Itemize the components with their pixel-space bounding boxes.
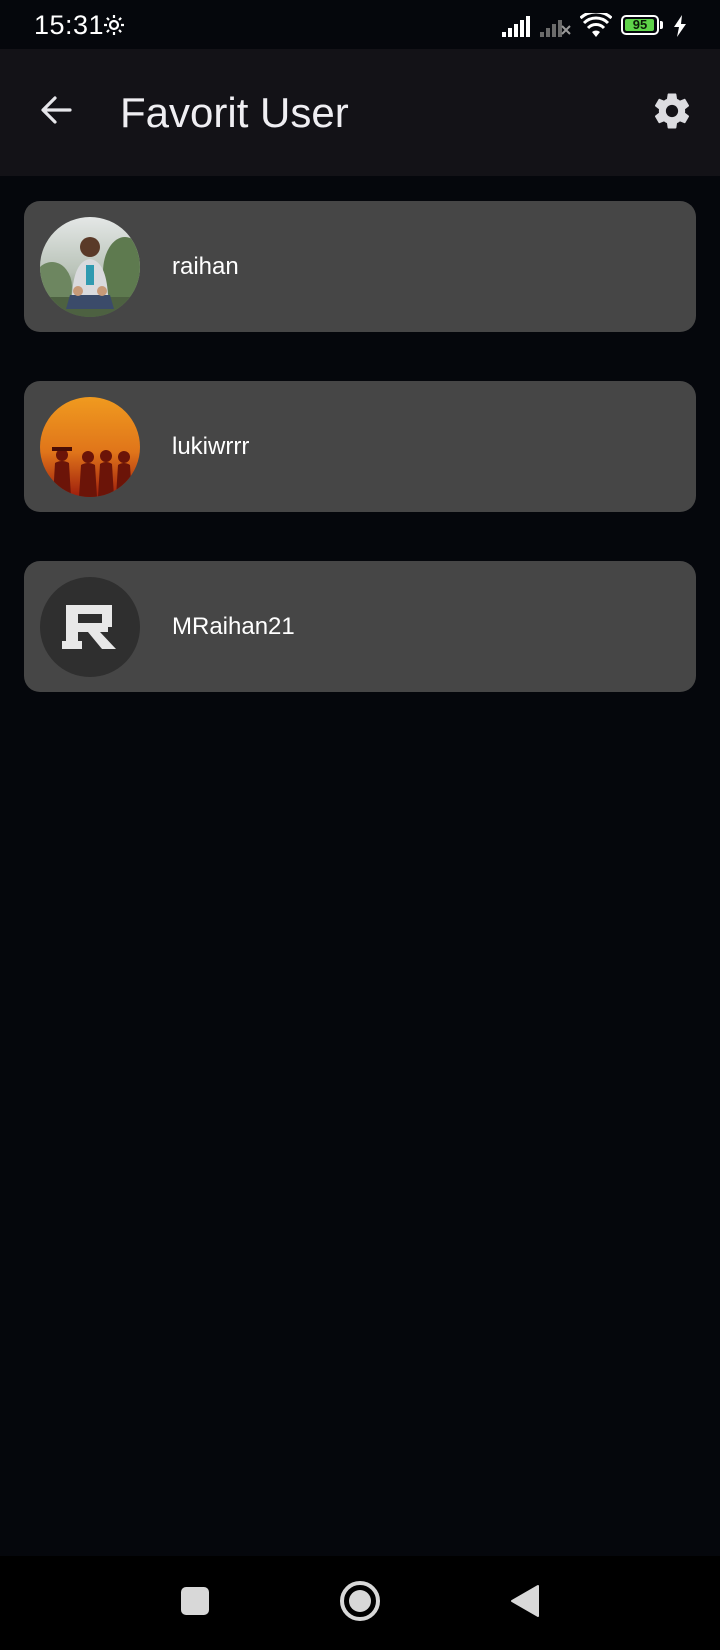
user-card[interactable]: lukiwrrr <box>24 381 696 512</box>
app-bar: Favorit User <box>0 49 720 176</box>
wifi-icon <box>579 10 613 39</box>
system-nav-bar <box>0 1556 720 1650</box>
avatar <box>40 397 140 497</box>
battery-tip <box>660 21 663 29</box>
battery-icon: 95 <box>621 15 665 37</box>
back-triangle-icon <box>510 1584 540 1623</box>
gear-icon <box>651 90 693 137</box>
user-name: raihan <box>172 253 239 280</box>
favorite-user-list: raihan lukiwrrr MRaihan21 <box>24 201 696 741</box>
home-circle-icon <box>339 1580 381 1627</box>
user-card[interactable]: raihan <box>24 201 696 332</box>
user-name: lukiwrrr <box>172 433 250 460</box>
recents-square-icon <box>180 1586 210 1621</box>
page-title: Favorit User <box>120 89 349 136</box>
arrow-back-icon <box>38 92 74 133</box>
back-button[interactable] <box>32 88 80 136</box>
charging-bolt-icon <box>672 15 688 37</box>
status-bar: 15:31 95 <box>0 0 720 49</box>
user-card[interactable]: MRaihan21 <box>24 561 696 692</box>
recents-button[interactable] <box>170 1578 220 1628</box>
battery-level: 95 <box>632 17 648 32</box>
status-time: 15:31 <box>34 10 105 40</box>
settings-gear-icon <box>102 13 126 37</box>
cell-signal-icon <box>502 16 534 38</box>
avatar <box>40 577 140 677</box>
cell-signal-no-service-icon <box>540 16 572 38</box>
home-button[interactable] <box>335 1578 385 1628</box>
avatar <box>40 217 140 317</box>
system-back-button[interactable] <box>500 1578 550 1628</box>
settings-button[interactable] <box>648 89 696 137</box>
user-name: MRaihan21 <box>172 613 295 640</box>
